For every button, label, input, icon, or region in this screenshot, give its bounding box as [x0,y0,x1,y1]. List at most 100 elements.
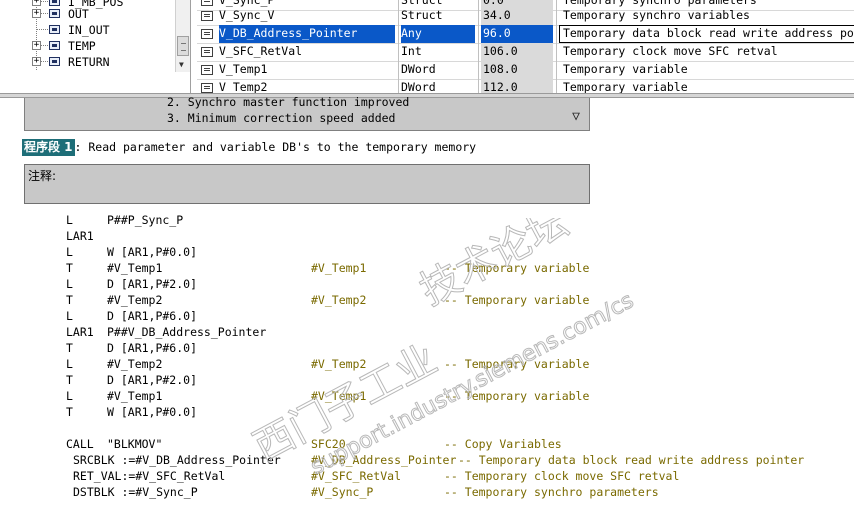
parameter-folder-icon [49,9,60,18]
variable-icon [201,29,213,39]
stl-operation[interactable]: T [66,292,73,308]
stl-operation[interactable]: T [66,340,73,356]
table-row[interactable]: V_Temp2 DWord 112.0 Temporary variable [197,79,854,93]
stl-operand[interactable]: D [AR1,P#6.0] [107,340,197,356]
variable-icon [201,11,213,21]
column-divider[interactable] [478,0,479,93]
stl-operation[interactable]: T [66,372,73,388]
call-param-ret-val[interactable]: RET_VAL:=#V_SFC_RetVal [73,468,225,484]
stl-operand[interactable]: #V_Temp2 [107,292,162,308]
stl-operand[interactable]: W [AR1,P#0.0] [107,244,197,260]
var-name[interactable]: V_Temp2 [219,79,395,93]
parameter-folder-icon [49,41,60,50]
expand-icon[interactable]: + [32,9,41,18]
network-header[interactable]: 程序段 1: Read parameter and variable DB's … [22,139,476,156]
var-comment[interactable]: Temporary variable [559,79,854,93]
expand-icon[interactable]: + [32,41,41,50]
stl-operation[interactable]: L [66,388,73,404]
column-divider[interactable] [556,0,557,93]
stl-operation[interactable]: LAR1 [66,324,94,340]
var-type[interactable]: Struct [401,7,475,25]
stl-operand[interactable]: #V_Temp1 [107,388,162,404]
var-comment[interactable]: Temporary synchro variables [559,7,854,25]
stl-symbol: #V_Temp2 [311,357,367,371]
network-label[interactable]: 程序段 1 [22,139,75,156]
var-comment[interactable]: Temporary data block read write address … [559,25,854,43]
var-name[interactable]: V_Sync_V [219,7,395,25]
stl-operation[interactable]: T [66,404,73,420]
declaration-pane: + I_MB_POS + OUT IN_OUT + TEMP + RETURN [0,0,854,93]
parameter-folder-icon [49,0,60,6]
column-divider[interactable] [398,0,399,93]
stl-operand[interactable]: P##P_Sync_P [107,212,183,228]
stl-operand[interactable]: D [AR1,P#2.0] [107,372,197,388]
stl-operation[interactable]: L [66,244,73,260]
var-address: 108.0 [481,61,553,79]
table-row[interactable]: V_Temp1 DWord 108.0 Temporary variable [197,61,854,80]
var-type[interactable]: DWord [401,61,475,79]
network-title[interactable]: : Read parameter and variable DB's to th… [75,140,477,154]
table-row[interactable]: V_Sync_V Struct 34.0 Temporary synchro v… [197,7,854,26]
var-name[interactable]: V_Temp1 [219,61,395,79]
code-editor[interactable]: 2. Synchro master function improved 3. M… [0,95,854,518]
var-address: 112.0 [481,79,553,93]
var-address: 96.0 [481,25,553,43]
stl-operand[interactable]: W [AR1,P#0.0] [107,404,197,420]
stl-operand[interactable]: P##V_DB_Address_Pointer [107,324,266,340]
var-name[interactable]: V_SFC_RetVal [219,43,395,61]
stl-comment: -- Temporary clock move SFC retval [444,469,680,483]
block-comment[interactable]: 2. Synchro master function improved 3. M… [24,95,590,131]
tree-connector [41,45,48,46]
var-type[interactable]: Any [401,25,475,43]
stl-call-comment: -- Copy Variables [444,437,562,451]
variable-icon [201,0,213,6]
collapse-triangle-icon[interactable]: ▽ [569,110,583,124]
stl-symbol: #V_DB_Address_Pointer [311,453,457,467]
var-comment[interactable]: Temporary variable [559,61,854,79]
block-comment-line: 3. Minimum correction speed added [167,111,396,125]
tree-connector [36,29,48,30]
var-type[interactable]: DWord [401,79,475,93]
block-comment-line: 2. Synchro master function improved [167,95,410,109]
stl-operation[interactable]: T [66,260,73,276]
variable-icon [201,83,213,93]
stl-symbol: #V_Sync_P [311,485,374,499]
call-param-dstblk[interactable]: DSTBLK :=#V_Sync_P [73,484,198,500]
tree-connector [41,1,48,2]
stl-operand[interactable]: D [AR1,P#2.0] [107,276,197,292]
stl-call-block[interactable]: "BLKMOV" [107,436,162,452]
scroll-down-arrow-icon[interactable]: ▼ [179,60,184,69]
stl-comment: -- Temporary variable [444,357,590,371]
stl-symbol: #V_Temp1 [311,389,367,403]
stl-operation[interactable]: L [66,212,73,228]
stl-operation[interactable]: LAR1 [66,228,94,244]
scrollbar-thumb[interactable] [177,36,189,56]
var-type[interactable]: Int [401,43,475,61]
tree-item-label: IN_OUT [68,23,110,37]
call-param-srcblk[interactable]: SRCBLK :=#V_DB_Address_Pointer [73,452,281,468]
stl-operand[interactable]: #V_Temp2 [107,356,162,372]
var-comment[interactable]: Temporary clock move SFC retval [559,43,854,61]
stl-operation[interactable]: L [66,276,73,292]
tree-item-label: RETURN [68,55,110,69]
stl-operation[interactable]: L [66,308,73,324]
variable-icon [201,65,213,75]
network-comment-box[interactable]: 注释: [24,164,590,204]
table-row[interactable]: V_SFC_RetVal Int 106.0 Temporary clock m… [197,43,854,62]
stl-symbol: #V_SFC_RetVal [311,469,402,483]
tree-scrollbar[interactable]: ▼ [175,0,190,72]
expand-icon[interactable]: + [32,57,41,66]
table-row-selected[interactable]: V_DB_Address_Pointer Any 96.0 Temporary … [197,25,854,44]
tree-item-label: OUT [68,7,89,21]
parameter-folder-icon [49,57,60,66]
stl-operand[interactable]: D [AR1,P#6.0] [107,308,197,324]
stl-symbol: #V_Temp2 [311,293,367,307]
stl-operand[interactable]: #V_Temp1 [107,260,162,276]
expand-icon[interactable]: + [32,0,41,6]
stl-comment: -- Temporary data block read write addre… [458,453,805,467]
var-name[interactable]: V_DB_Address_Pointer [219,25,395,43]
stl-operation[interactable]: L [66,356,73,372]
stl-call-operation[interactable]: CALL [66,436,94,452]
tree-connector [41,13,48,14]
interface-tree: + I_MB_POS + OUT IN_OUT + TEMP + RETURN [0,0,191,93]
